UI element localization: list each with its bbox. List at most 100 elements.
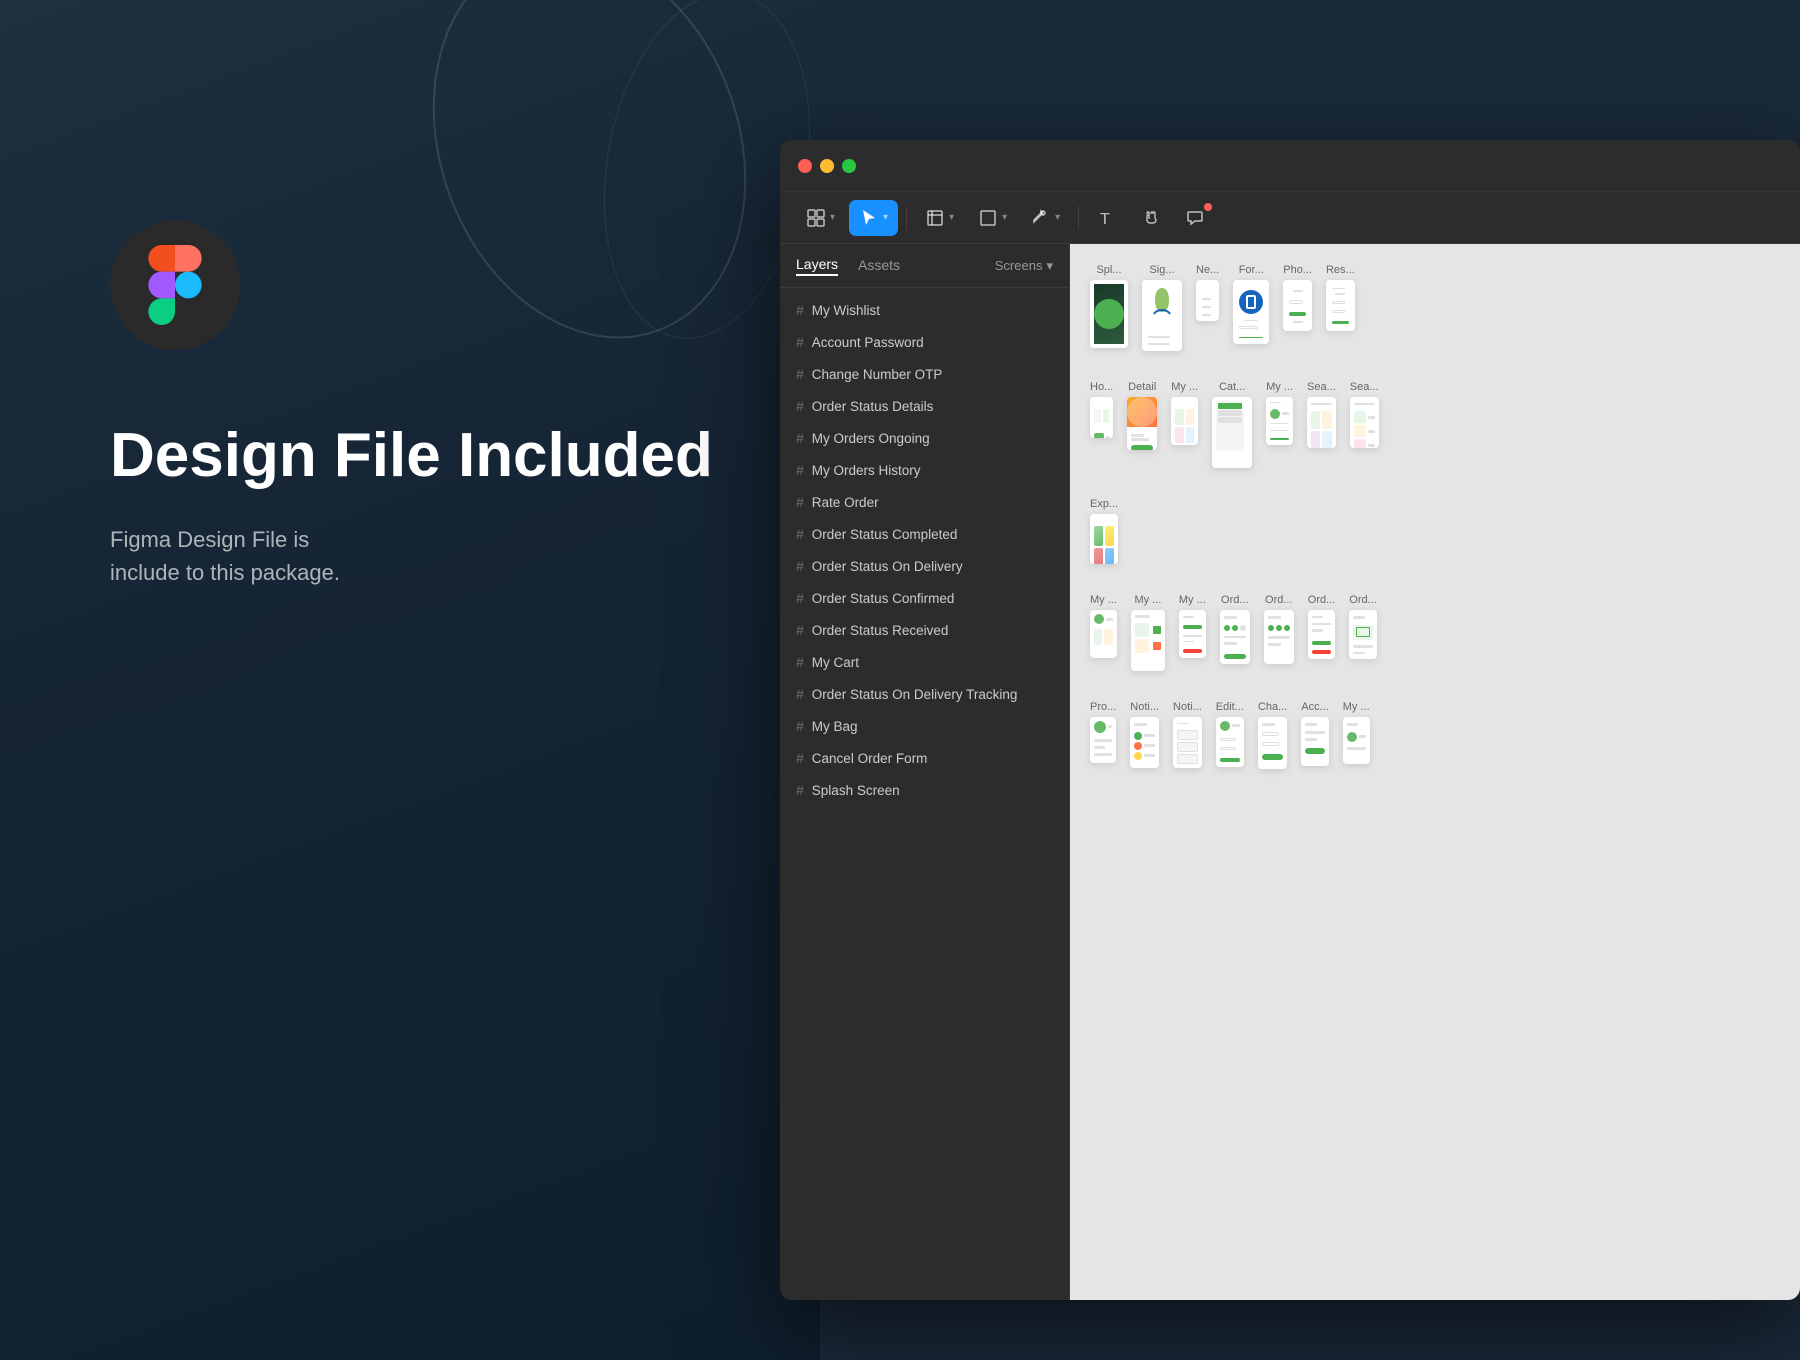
text-tool[interactable]: T: [1087, 200, 1127, 236]
tab-assets[interactable]: Assets: [858, 257, 900, 275]
layer-order-status-confirmed[interactable]: # Order Status Confirmed: [780, 582, 1069, 614]
screen-my4[interactable]: My ...: [1131, 594, 1165, 670]
layer-my-wishlist[interactable]: # My Wishlist: [780, 294, 1069, 326]
screen-ho[interactable]: Ho...: [1090, 381, 1113, 438]
move-tool[interactable]: ▾: [849, 200, 898, 236]
layer-account-password[interactable]: # Account Password: [780, 326, 1069, 358]
layer-order-status-received[interactable]: # Order Status Received: [780, 614, 1069, 646]
tab-layers[interactable]: Layers: [796, 256, 838, 276]
hash-icon: #: [796, 526, 804, 542]
chevron-down-icon: ▾: [1055, 212, 1060, 223]
screens-dropdown[interactable]: Screens ▾: [995, 258, 1053, 274]
screen-noti2[interactable]: Noti...: [1173, 701, 1202, 768]
screen-res[interactable]: Res...: [1326, 264, 1355, 331]
layer-order-status-on-delivery[interactable]: # Order Status On Delivery: [780, 550, 1069, 582]
figma-logo-icon: [145, 245, 205, 325]
hash-icon: #: [796, 654, 804, 670]
traffic-lights: [798, 159, 856, 173]
chevron-down-icon: ▾: [830, 212, 835, 223]
layer-splash-screen[interactable]: # Splash Screen: [780, 774, 1069, 806]
text-icon: T: [1097, 208, 1117, 228]
screen-my6[interactable]: My ...: [1343, 701, 1370, 765]
layer-change-number-otp[interactable]: # Change Number OTP: [780, 358, 1069, 390]
layer-rate-order[interactable]: # Rate Order: [780, 486, 1069, 518]
screen-cha[interactable]: Cha...: [1258, 701, 1287, 769]
row-1-items: Spl... Sig...: [1090, 264, 1780, 351]
frame-icon: [925, 208, 945, 228]
row-3-items: Exp...: [1090, 498, 1780, 564]
toolbar: ▾ ▾ ▾ ▾ ▾ T: [780, 192, 1800, 244]
screen-my3[interactable]: My ...: [1090, 594, 1117, 658]
hash-icon: #: [796, 590, 804, 606]
left-content: Design File Included Figma Design File i…: [110, 420, 713, 589]
screen-my5[interactable]: My ...: [1179, 594, 1206, 658]
screen-sea[interactable]: Sea...: [1307, 381, 1336, 448]
screen-pho[interactable]: Pho...: [1283, 264, 1312, 331]
screen-ord4[interactable]: Ord...: [1349, 594, 1377, 659]
screen-ord3[interactable]: Ord...: [1308, 594, 1336, 659]
screen-detail[interactable]: Detail: [1127, 381, 1157, 450]
layer-order-status-details[interactable]: # Order Status Details: [780, 390, 1069, 422]
canvas-area: Spl... Sig...: [1070, 244, 1800, 1300]
frame-tool[interactable]: ▾: [915, 200, 964, 236]
main-heading: Design File Included: [110, 420, 713, 491]
layer-my-orders-history[interactable]: # My Orders History: [780, 454, 1069, 486]
main-subtext: Figma Design File isinclude to this pack…: [110, 523, 713, 589]
figma-window: ▾ ▾ ▾ ▾ ▾ T: [780, 140, 1800, 1300]
layers-panel: Layers Assets Screens ▾ # My Wishlist # …: [780, 244, 1070, 1300]
shape-tool[interactable]: ▾: [968, 200, 1017, 236]
hash-icon: #: [796, 462, 804, 478]
pen-icon: [1031, 208, 1051, 228]
layer-order-status-completed[interactable]: # Order Status Completed: [780, 518, 1069, 550]
toolbar-divider-2: [1078, 206, 1079, 230]
screen-row-3: Exp...: [1090, 498, 1780, 564]
screen-exp[interactable]: Exp...: [1090, 498, 1118, 564]
screen-row-5: Pro...: [1090, 701, 1780, 769]
hash-icon: #: [796, 398, 804, 414]
fullscreen-button[interactable]: [842, 159, 856, 173]
chevron-down-icon: ▾: [883, 212, 888, 223]
comment-tool[interactable]: [1175, 200, 1215, 236]
layers-list[interactable]: # My Wishlist # Account Password # Chang…: [780, 288, 1069, 1300]
screen-acc[interactable]: Acc...: [1301, 701, 1329, 766]
hash-icon: #: [796, 302, 804, 318]
screen-for[interactable]: For...: [1233, 264, 1269, 344]
screen-sig[interactable]: Sig...: [1142, 264, 1182, 351]
close-button[interactable]: [798, 159, 812, 173]
screen-pro[interactable]: Pro...: [1090, 701, 1116, 764]
logo-circle: [110, 220, 240, 350]
hand-icon: [1141, 208, 1161, 228]
screen-edit[interactable]: Edit...: [1216, 701, 1244, 767]
screen-ord1[interactable]: Ord...: [1220, 594, 1250, 663]
title-bar: [780, 140, 1800, 192]
screen-my2[interactable]: My ...: [1266, 381, 1293, 445]
minimize-button[interactable]: [820, 159, 834, 173]
decoration-circle-1: [380, 0, 799, 383]
screen-ne[interactable]: Ne...: [1196, 264, 1219, 321]
hash-icon: #: [796, 686, 804, 702]
select-group-icon: [806, 208, 826, 228]
hash-icon: #: [796, 782, 804, 798]
screen-ord2[interactable]: Ord...: [1264, 594, 1294, 663]
pen-tool[interactable]: ▾: [1021, 200, 1070, 236]
screen-spl[interactable]: Spl...: [1090, 264, 1128, 348]
select-group-tool[interactable]: ▾: [796, 200, 845, 236]
shape-icon: [978, 208, 998, 228]
hash-icon: #: [796, 750, 804, 766]
layer-order-status-on-delivery-tracking[interactable]: # Order Status On Delivery Tracking: [780, 678, 1069, 710]
screen-cat[interactable]: Cat...: [1212, 381, 1252, 468]
row-2-items: Ho...: [1090, 381, 1780, 468]
layer-cancel-order-form[interactable]: # Cancel Order Form: [780, 742, 1069, 774]
screen-noti1[interactable]: Noti...: [1130, 701, 1159, 768]
panel-tabs: Layers Assets Screens ▾: [780, 244, 1069, 288]
screen-my[interactable]: My ...: [1171, 381, 1198, 445]
hand-tool[interactable]: [1131, 200, 1171, 236]
layer-my-orders-ongoing[interactable]: # My Orders Ongoing: [780, 422, 1069, 454]
row-4-items: My ...: [1090, 594, 1780, 670]
layer-my-cart[interactable]: # My Cart: [780, 646, 1069, 678]
hash-icon: #: [796, 494, 804, 510]
hash-icon: #: [796, 718, 804, 734]
screen-sea2[interactable]: Sea...: [1350, 381, 1379, 448]
toolbar-divider: [906, 206, 907, 230]
layer-my-bag[interactable]: # My Bag: [780, 710, 1069, 742]
